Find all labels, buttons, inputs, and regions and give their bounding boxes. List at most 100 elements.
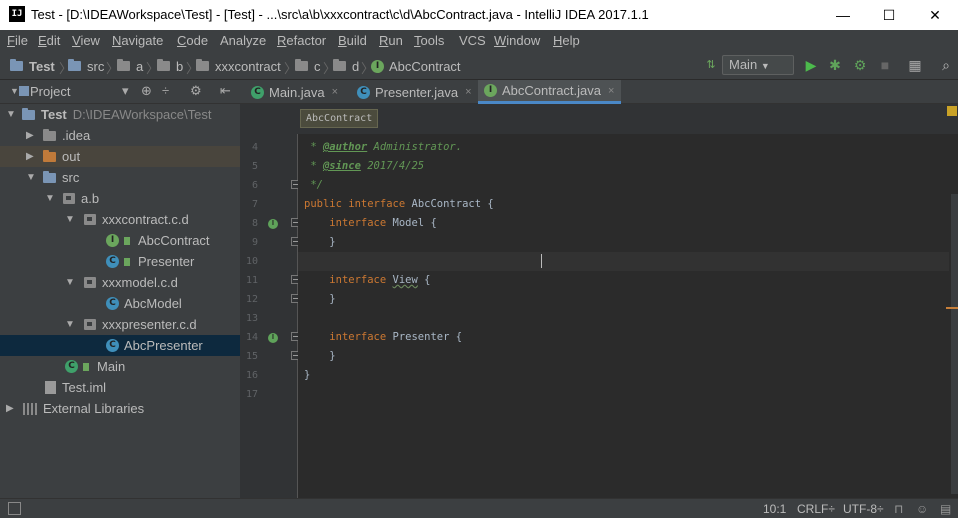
code-line: public interface AbcContract { <box>304 198 494 210</box>
debug-icon[interactable]: ✱ <box>826 56 844 74</box>
interface-icon: I <box>371 59 384 73</box>
gear-icon[interactable]: ⚙ <box>190 83 202 99</box>
tree-node-out[interactable]: ▶ out <box>0 146 240 167</box>
menu-navigate[interactable]: Navigate <box>112 33 163 48</box>
inspection-status-icon[interactable] <box>947 106 957 116</box>
collapse-arrow-icon[interactable]: ▶ <box>26 125 34 146</box>
expand-arrow-icon[interactable]: ▼ <box>26 167 36 188</box>
menu-run[interactable]: Run <box>379 33 403 48</box>
tree-node-xxxmodel[interactable]: ▼ xxxmodel.c.d <box>0 272 240 293</box>
maximize-button[interactable]: ☐ <box>866 0 912 30</box>
project-structure-icon[interactable]: ▦ <box>906 56 924 74</box>
collapse-arrow-icon[interactable]: ▶ <box>26 146 34 167</box>
tree-node-main[interactable]: C Main <box>0 356 240 377</box>
project-folder-icon <box>22 107 35 120</box>
menu-build[interactable]: Build <box>338 33 367 48</box>
tree-node-idea[interactable]: ▶ .idea <box>0 125 240 146</box>
scrollbar-thumb[interactable] <box>951 194 958 494</box>
tab-close-icon[interactable]: × <box>465 86 471 98</box>
collapse-all-icon[interactable]: ÷ <box>162 83 169 98</box>
project-panel-header: ▼ Project ▾ ⊕ ÷ ⚙ ⇤ <box>0 80 240 104</box>
tree-node-xxxcontract[interactable]: ▼ xxxcontract.c.d <box>0 209 240 230</box>
tree-node-abcmodel[interactable]: C AbcModel <box>0 293 240 314</box>
class-icon: C <box>106 339 119 352</box>
dropdown-arrow-icon[interactable]: ▾ <box>122 83 129 99</box>
read-only-lock-icon[interactable]: ⊓ <box>894 502 903 516</box>
nav-crumb-test[interactable]: Test <box>10 58 55 74</box>
event-log-icon[interactable]: ▤ <box>940 502 951 516</box>
stop-icon[interactable]: ■ <box>876 56 894 74</box>
menu-view[interactable]: View <box>72 33 100 48</box>
run-icon[interactable]: ▶ <box>802 56 820 74</box>
editor-breadcrumb[interactable]: AbcContract <box>300 109 379 128</box>
caret-position[interactable]: 10:1 <box>763 502 786 516</box>
code-line: interface View { <box>329 274 431 286</box>
file-encoding[interactable]: UTF-8÷ <box>843 502 884 516</box>
menu-vcs[interactable]: VCS <box>459 33 486 48</box>
close-button[interactable]: ✕ <box>912 0 958 30</box>
nav-crumb-d[interactable]: d <box>333 58 359 74</box>
hide-panel-icon[interactable]: ⇤ <box>220 83 231 99</box>
menu-refactor[interactable]: Refactor <box>277 33 326 48</box>
tree-node-abcpresenter[interactable]: C AbcPresenter <box>0 335 240 356</box>
tab-abccontract-java[interactable]: I AbcContract.java × <box>478 80 621 104</box>
collapse-arrow-icon[interactable]: ▶ <box>6 398 14 419</box>
main-class-icon: C <box>251 85 264 99</box>
source-folder-icon <box>43 170 56 183</box>
nav-crumb-src[interactable]: src <box>68 58 104 74</box>
error-stripe-mark[interactable] <box>946 307 958 309</box>
menu-file[interactable]: File <box>7 33 28 48</box>
expand-arrow-icon[interactable]: ▼ <box>65 272 75 293</box>
tree-node-xxxpresenter[interactable]: ▼ xxxpresenter.c.d <box>0 314 240 335</box>
tool-windows-toggle-icon[interactable] <box>8 502 21 515</box>
menu-help[interactable]: Help <box>553 33 580 48</box>
editor-scrollbar[interactable] <box>946 134 958 498</box>
menu-code[interactable]: Code <box>177 33 208 48</box>
code-line: } <box>304 350 336 362</box>
lock-icon <box>124 236 130 245</box>
project-view-icon <box>19 86 29 96</box>
code-line: * @author Administrator. <box>304 141 463 153</box>
code-editor[interactable]: * @author Administrator. * @since 2017/4… <box>298 134 949 498</box>
menu-edit[interactable]: Edit <box>38 33 60 48</box>
tab-close-icon[interactable]: × <box>332 86 338 98</box>
tab-main-java[interactable]: C Main.java × <box>245 80 351 104</box>
line-number: 12 <box>245 294 258 305</box>
expand-arrow-icon[interactable]: ▼ <box>6 104 16 125</box>
implemented-by-icon[interactable]: I <box>268 219 278 229</box>
nav-crumb-c[interactable]: c <box>295 58 321 74</box>
coverage-icon[interactable]: ⚙ <box>851 56 869 74</box>
expand-arrow-icon[interactable]: ▼ <box>65 209 75 230</box>
code-line: * @since 2017/4/25 <box>304 160 425 172</box>
tree-node-src[interactable]: ▼ src <box>0 167 240 188</box>
minimize-button[interactable]: — <box>820 0 866 30</box>
tree-node-presenter[interactable]: C Presenter <box>0 251 240 272</box>
package-icon <box>84 319 96 330</box>
tree-node-ab[interactable]: ▼ a.b <box>0 188 240 209</box>
nav-crumb-a[interactable]: a <box>117 58 143 74</box>
menu-window[interactable]: Window <box>494 33 540 48</box>
tree-node-test-iml[interactable]: Test.iml <box>0 377 240 398</box>
tree-node-test[interactable]: ▼ Test D:\IDEAWorkspace\Test <box>0 104 240 125</box>
menu-tools[interactable]: Tools <box>414 33 444 48</box>
line-separator[interactable]: CRLF÷ <box>797 502 835 516</box>
tab-presenter-java[interactable]: C Presenter.java × <box>351 80 477 104</box>
dropdown-arrow-icon[interactable]: ▼ <box>10 86 19 96</box>
expand-arrow-icon[interactable]: ▼ <box>65 314 75 335</box>
tree-node-external-libraries[interactable]: ▶ External Libraries <box>0 398 240 419</box>
expand-arrow-icon[interactable]: ▼ <box>45 188 55 209</box>
scroll-from-source-icon[interactable]: ⊕ <box>141 83 152 99</box>
run-config-select[interactable]: Main ▼ <box>722 55 794 75</box>
nav-crumb-xxxcontract[interactable]: xxxcontract <box>196 58 281 74</box>
build-icon[interactable]: ⇅ <box>702 56 720 74</box>
nav-crumb-b[interactable]: b <box>157 58 183 74</box>
tree-node-abccontract[interactable]: I AbcContract <box>0 230 240 251</box>
search-icon[interactable]: ⌕ <box>937 56 955 74</box>
tab-close-icon[interactable]: × <box>608 85 614 97</box>
hector-icon[interactable]: ☺ <box>916 502 928 516</box>
nav-crumb-abccontract[interactable]: I AbcContract <box>371 58 461 74</box>
menu-analyze[interactable]: Analyze <box>220 33 266 48</box>
implemented-by-icon[interactable]: I <box>268 333 278 343</box>
chevron-down-icon: ▼ <box>760 61 770 71</box>
project-panel-label[interactable]: Project <box>30 84 70 99</box>
